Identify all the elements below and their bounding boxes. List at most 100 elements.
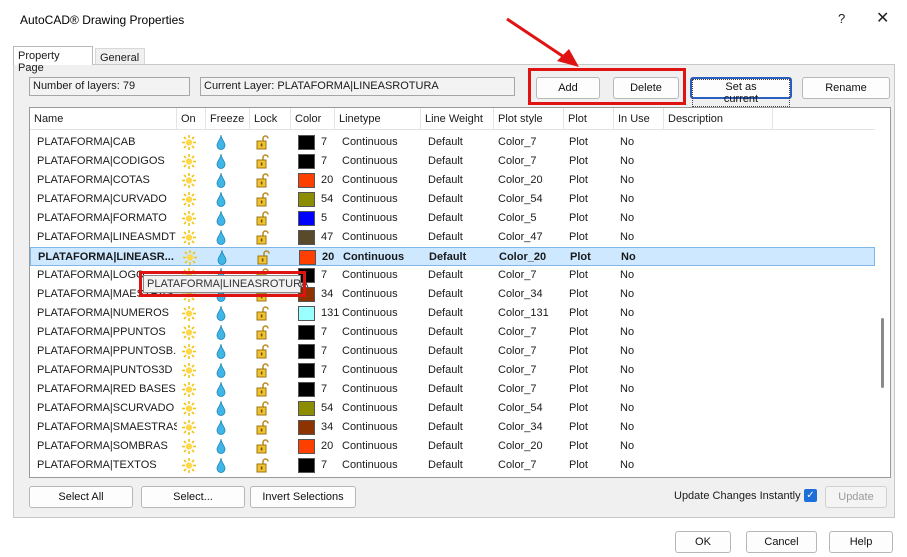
color-swatch[interactable]: [298, 154, 315, 169]
help-button[interactable]: ?: [838, 11, 845, 26]
table-row[interactable]: PLATAFORMA|CODIGOS 7 Continuous Default Colo…: [30, 152, 875, 171]
droplet-icon[interactable]: [216, 191, 226, 210]
color-swatch[interactable]: [298, 306, 315, 321]
ok-button[interactable]: OK: [675, 531, 731, 553]
add-button[interactable]: Add: [536, 77, 600, 99]
lightbulb-icon[interactable]: [182, 230, 196, 248]
col-lock[interactable]: Lock: [250, 108, 291, 130]
color-swatch[interactable]: [298, 382, 315, 397]
lightbulb-icon[interactable]: [182, 325, 196, 343]
padlock-icon[interactable]: [256, 363, 270, 381]
droplet-icon[interactable]: [216, 134, 226, 153]
lightbulb-icon[interactable]: [182, 192, 196, 210]
padlock-icon[interactable]: [256, 135, 270, 153]
select-all-button[interactable]: Select All: [29, 486, 133, 508]
color-swatch[interactable]: [298, 458, 315, 473]
lightbulb-icon[interactable]: [182, 401, 196, 419]
color-swatch[interactable]: [298, 211, 315, 226]
table-row[interactable]: PLATAFORMA|TEXTOS 7 Continuous Default Color…: [30, 456, 875, 475]
table-row[interactable]: PLATAFORMA|PUNTOS3D 7 Continuous Default Col…: [30, 361, 875, 380]
select-button[interactable]: Select...: [141, 486, 245, 508]
color-swatch[interactable]: [298, 173, 315, 188]
color-swatch[interactable]: [298, 363, 315, 378]
lightbulb-icon[interactable]: [182, 173, 196, 191]
padlock-icon[interactable]: [256, 439, 270, 457]
table-row[interactable]: PLATAFORMA|CAB 7 Continuous Default Color_7 P…: [30, 133, 875, 152]
table-row[interactable]: PLATAFORMA|COTAS 20 Continuous Default Color…: [30, 171, 875, 190]
table-row[interactable]: PLATAFORMA|SMAESTRAS 34 Continuous Default C…: [30, 418, 875, 437]
invert-selections-button[interactable]: Invert Selections: [250, 486, 356, 508]
help-footer-button[interactable]: Help: [829, 531, 893, 553]
padlock-icon[interactable]: [256, 420, 270, 438]
lightbulb-icon[interactable]: [182, 382, 196, 400]
droplet-icon[interactable]: [216, 381, 226, 400]
update-button[interactable]: Update: [825, 486, 887, 508]
droplet-icon[interactable]: [216, 153, 226, 172]
droplet-icon[interactable]: [216, 400, 226, 419]
table-row[interactable]: PLATAFORMA|NUMEROS 131 Continuous Default Co…: [30, 304, 875, 323]
color-swatch[interactable]: [298, 192, 315, 207]
table-row[interactable]: PLATAFORMA|LINEASMDT 47 Continuous Default C…: [30, 228, 875, 247]
droplet-icon[interactable]: [216, 305, 226, 324]
col-plot[interactable]: Plot: [564, 108, 614, 130]
padlock-icon[interactable]: [256, 401, 270, 419]
droplet-icon[interactable]: [216, 419, 226, 438]
droplet-icon[interactable]: [216, 457, 226, 476]
padlock-icon[interactable]: [256, 230, 270, 248]
table-row[interactable]: PLATAFORMA|LINEASR... 20 Continuous Default…: [30, 247, 875, 266]
table-row[interactable]: PLATAFORMA|PPUNTOSB... 7 Continuous Default…: [30, 342, 875, 361]
padlock-icon[interactable]: [256, 154, 270, 172]
color-swatch[interactable]: [298, 439, 315, 454]
col-description[interactable]: Description: [664, 108, 773, 130]
padlock-icon[interactable]: [256, 382, 270, 400]
col-on[interactable]: On: [177, 108, 206, 130]
col-color[interactable]: Color: [291, 108, 335, 130]
col-plot-style[interactable]: Plot style: [494, 108, 564, 130]
lightbulb-icon[interactable]: [182, 154, 196, 172]
table-row[interactable]: PLATAFORMA|FORMATO 5 Continuous Default Colo…: [30, 209, 875, 228]
color-swatch[interactable]: [298, 230, 315, 245]
table-row[interactable]: PLATAFORMA|CURVADO 54 Continuous Default Col…: [30, 190, 875, 209]
close-button[interactable]: ✕: [876, 8, 889, 28]
table-row[interactable]: PLATAFORMA|PPUNTOS 7 Continuous Default Colo…: [30, 323, 875, 342]
padlock-icon[interactable]: [256, 325, 270, 343]
update-instantly-checkbox[interactable]: ✓: [804, 489, 817, 502]
table-row[interactable]: PLATAFORMA|SCURVADO 54 Continuous Default Co…: [30, 399, 875, 418]
tab-general[interactable]: General: [95, 48, 145, 65]
delete-button[interactable]: Delete: [613, 77, 679, 99]
color-swatch[interactable]: [298, 420, 315, 435]
lightbulb-icon[interactable]: [182, 135, 196, 153]
padlock-icon[interactable]: [256, 192, 270, 210]
scrollbar[interactable]: [875, 108, 890, 477]
lightbulb-icon[interactable]: [182, 458, 196, 476]
droplet-icon[interactable]: [216, 210, 226, 229]
table-row[interactable]: PLATAFORMA|SOMBRAS 20 Continuous Default Col…: [30, 437, 875, 456]
lightbulb-icon[interactable]: [182, 306, 196, 324]
col-name[interactable]: Name: [30, 108, 177, 130]
color-swatch[interactable]: [298, 401, 315, 416]
rename-button[interactable]: Rename: [802, 77, 890, 99]
set-as-current-button[interactable]: Set as current: [690, 77, 792, 107]
lightbulb-icon[interactable]: [182, 363, 196, 381]
droplet-icon[interactable]: [216, 362, 226, 381]
droplet-icon[interactable]: [216, 438, 226, 457]
droplet-icon[interactable]: [216, 229, 226, 248]
col-linetype[interactable]: Linetype: [335, 108, 421, 130]
lightbulb-icon[interactable]: [182, 211, 196, 229]
padlock-icon[interactable]: [256, 173, 270, 191]
color-swatch[interactable]: [298, 344, 315, 359]
col-in-use[interactable]: In Use: [614, 108, 664, 130]
col-freeze[interactable]: Freeze: [206, 108, 250, 130]
droplet-icon[interactable]: [216, 172, 226, 191]
lightbulb-icon[interactable]: [182, 439, 196, 457]
padlock-icon[interactable]: [256, 458, 270, 476]
padlock-icon[interactable]: [256, 306, 270, 324]
color-swatch[interactable]: [298, 135, 315, 150]
col-line-weight[interactable]: Line Weight: [421, 108, 494, 130]
droplet-icon[interactable]: [216, 324, 226, 343]
droplet-icon[interactable]: [216, 343, 226, 362]
table-row[interactable]: PLATAFORMA|RED BASES 7 Continuous Default Co…: [30, 380, 875, 399]
padlock-icon[interactable]: [256, 344, 270, 362]
lightbulb-icon[interactable]: [182, 420, 196, 438]
color-swatch[interactable]: [298, 325, 315, 340]
